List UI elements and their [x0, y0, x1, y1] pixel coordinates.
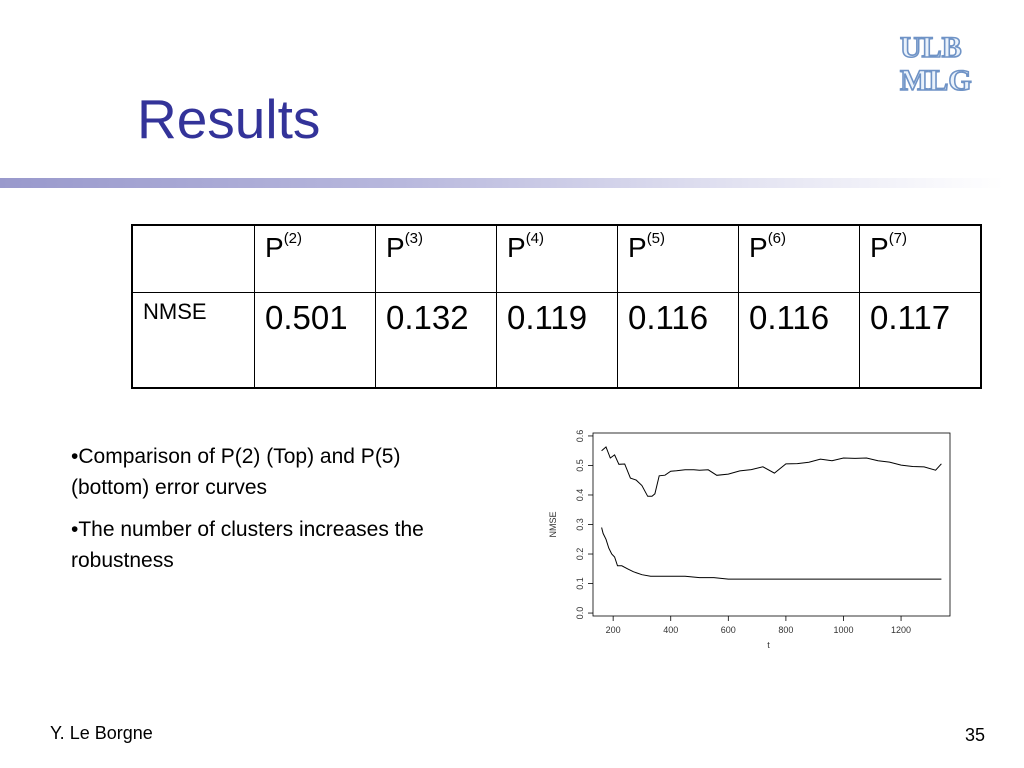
table-header-row: P(2) P(3) P(4) P(5) P(6) P(7): [131, 224, 982, 293]
x-tick-label: 1200: [891, 625, 911, 635]
table-row-nmse: NMSE 0.501 0.132 0.119 0.116 0.116 0.117: [131, 292, 982, 389]
y-tick-label: 0.6: [575, 430, 585, 443]
header-cell-p4: P(4): [496, 224, 618, 293]
x-tick-label: 400: [663, 625, 678, 635]
y-axis-label: NMSE: [548, 511, 558, 537]
header-cell-p7: P(7): [859, 224, 982, 293]
y-tick-label: 0.0: [575, 607, 585, 620]
header-cell-p5: P(5): [617, 224, 739, 293]
series-line-p2: [601, 446, 942, 497]
logo-text-mlg: MLG: [900, 64, 972, 96]
series-line-p5: [601, 527, 942, 580]
x-tick-label: 200: [606, 625, 621, 635]
y-tick-label: 0.4: [575, 489, 585, 502]
header-cell-p3: P(3): [375, 224, 497, 293]
x-tick-label: 600: [721, 625, 736, 635]
y-tick-label: 0.2: [575, 548, 585, 561]
results-table: P(2) P(3) P(4) P(5) P(6) P(7) NMSE 0.501…: [131, 224, 982, 389]
x-tick-label: 1000: [833, 625, 853, 635]
y-tick-label: 0.3: [575, 518, 585, 531]
table-corner-cell: [131, 224, 255, 293]
row-label-nmse: NMSE: [131, 292, 255, 389]
title-underline-bar: [0, 178, 1004, 188]
value-cell-p4: 0.119: [496, 292, 618, 389]
y-tick-label: 0.1: [575, 577, 585, 590]
logo-text-ulb: ULB: [900, 31, 962, 64]
value-cell-p2: 0.501: [254, 292, 376, 389]
bullet-list: •Comparison of P(2) (Top) and P(5) (bott…: [71, 441, 451, 587]
value-cell-p7: 0.117: [859, 292, 982, 389]
footer-author: Y. Le Borgne: [50, 723, 153, 743]
x-axis-label: t: [767, 640, 770, 650]
value-cell-p3: 0.132: [375, 292, 497, 389]
header-cell-p2: P(2): [254, 224, 376, 293]
bullet-item: •The number of clusters increases the ro…: [71, 518, 424, 572]
bullet-item: •Comparison of P(2) (Top) and P(5) (bott…: [71, 445, 401, 499]
page-number: 35: [965, 725, 986, 745]
value-cell-p6: 0.116: [738, 292, 860, 389]
value-cell-p5: 0.116: [617, 292, 739, 389]
y-tick-label: 0.5: [575, 459, 585, 472]
slide-title: Results: [137, 88, 321, 150]
ulb-mlg-logo: ULB MLG: [899, 30, 972, 96]
header-cell-p6: P(6): [738, 224, 860, 293]
x-tick-label: 800: [778, 625, 793, 635]
plot-frame: [592, 432, 951, 617]
nmse-error-curves-plot: 200 400 600 800 1000 1200 0.0 0.1 0.2 0.3 0.4 0.5 0.…: [548, 430, 951, 650]
